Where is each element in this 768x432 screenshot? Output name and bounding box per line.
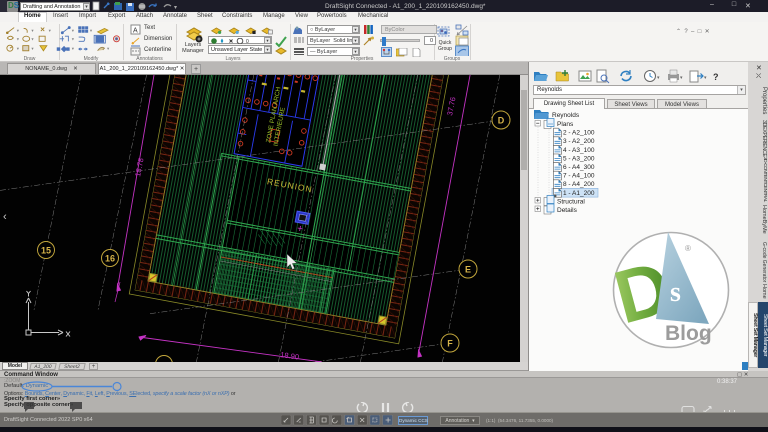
svg-text:s: s — [670, 277, 681, 308]
svg-text:3 - A2_200: 3 - A2_200 — [563, 138, 595, 145]
svg-text:Blog: Blog — [665, 322, 712, 345]
svg-text:▾: ▾ — [72, 28, 74, 33]
svg-text:▾: ▾ — [31, 28, 33, 33]
svg-text:?: ? — [713, 72, 719, 82]
svg-text:5 - A3_200: 5 - A3_200 — [563, 155, 595, 162]
svg-text:▾: ▾ — [174, 5, 177, 11]
svg-text:▾: ▾ — [17, 46, 19, 51]
svg-text:E: E — [465, 265, 471, 275]
svg-text:▾: ▾ — [72, 46, 74, 51]
svg-text:15: 15 — [41, 246, 51, 256]
svg-text:▾: ▾ — [704, 75, 707, 81]
svg-text:▾: ▾ — [72, 36, 74, 41]
svg-text:▾: ▾ — [657, 75, 660, 81]
svg-text:▾: ▾ — [31, 46, 33, 51]
svg-text:0: 0 — [246, 39, 249, 44]
svg-text:2 - A2_100: 2 - A2_100 — [563, 130, 595, 137]
svg-text:Plans: Plans — [557, 121, 574, 128]
svg-text:▾: ▾ — [17, 36, 19, 41]
svg-text:‹: ‹ — [3, 211, 7, 223]
svg-text:▾: ▾ — [680, 75, 683, 81]
svg-text:▾: ▾ — [49, 28, 51, 33]
svg-text:6 - A4_300: 6 - A4_300 — [563, 164, 595, 171]
svg-text:®: ® — [685, 244, 691, 253]
svg-text:7 - A4_100: 7 - A4_100 — [563, 173, 595, 180]
svg-text:A: A — [133, 28, 138, 35]
svg-text:▾: ▾ — [17, 28, 19, 33]
svg-text:16: 16 — [105, 254, 115, 264]
svg-text:4 - A3_100: 4 - A3_100 — [563, 147, 595, 154]
svg-text:1 - A1_200: 1 - A1_200 — [563, 190, 595, 197]
svg-text:8 - A4_200: 8 - A4_200 — [563, 181, 595, 188]
svg-text:D: D — [498, 116, 505, 126]
svg-text:▾: ▾ — [90, 28, 92, 33]
svg-text:▾: ▾ — [107, 46, 109, 51]
svg-text:▾: ▾ — [31, 36, 33, 41]
svg-text:Details: Details — [557, 207, 578, 214]
svg-text:Reynolds: Reynolds — [552, 112, 580, 119]
svg-text:F: F — [447, 339, 453, 349]
svg-text:Structural: Structural — [557, 199, 585, 206]
